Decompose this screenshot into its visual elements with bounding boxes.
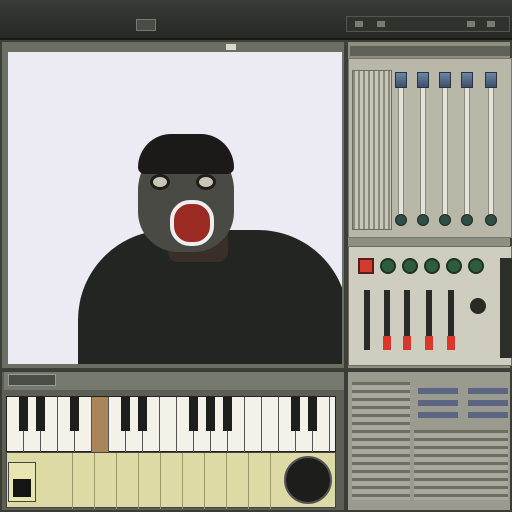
record-button[interactable] bbox=[358, 258, 374, 274]
rack-switch-5[interactable] bbox=[418, 412, 458, 418]
fader-cap-5[interactable] bbox=[485, 72, 497, 88]
rack-switch-2[interactable] bbox=[468, 388, 508, 394]
channel-fader-5[interactable] bbox=[488, 80, 494, 220]
channel-button-2[interactable] bbox=[402, 258, 418, 274]
black-key[interactable] bbox=[206, 397, 215, 431]
pad[interactable] bbox=[249, 453, 271, 509]
viewer-label bbox=[226, 44, 236, 50]
white-key[interactable] bbox=[262, 397, 279, 453]
pad[interactable] bbox=[73, 453, 95, 509]
fader-cap-2[interactable] bbox=[417, 72, 429, 88]
black-key[interactable] bbox=[19, 397, 28, 431]
pan-knob-5[interactable] bbox=[485, 214, 497, 226]
send-fader-1[interactable] bbox=[364, 290, 370, 350]
rack-vent-right bbox=[414, 430, 508, 500]
channel-button-4[interactable] bbox=[446, 258, 462, 274]
channel-fader-1[interactable] bbox=[398, 80, 404, 220]
channel-fader-2[interactable] bbox=[420, 80, 426, 220]
black-key[interactable] bbox=[291, 397, 300, 431]
send-cap-2[interactable] bbox=[383, 336, 391, 350]
black-key[interactable] bbox=[36, 397, 45, 431]
black-key[interactable] bbox=[121, 397, 130, 431]
header-badge bbox=[136, 19, 156, 31]
piano-keyboard[interactable] bbox=[6, 396, 336, 453]
person-hair bbox=[138, 134, 234, 174]
rack-vent-left bbox=[352, 382, 410, 500]
person-mouth bbox=[170, 200, 214, 246]
pan-knob-2[interactable] bbox=[417, 214, 429, 226]
rack-switch-1[interactable] bbox=[418, 388, 458, 394]
channel-fader-3[interactable] bbox=[442, 80, 448, 220]
top-right-status bbox=[346, 16, 510, 32]
channel-button-3[interactable] bbox=[424, 258, 440, 274]
transport-box[interactable] bbox=[8, 462, 36, 502]
black-key[interactable] bbox=[308, 397, 317, 431]
pan-knob-1[interactable] bbox=[395, 214, 407, 226]
fader-cap-4[interactable] bbox=[461, 72, 473, 88]
master-knob[interactable] bbox=[470, 298, 486, 314]
person-eye-right bbox=[196, 174, 216, 190]
pad[interactable] bbox=[183, 453, 205, 509]
send-cap-4[interactable] bbox=[425, 336, 433, 350]
rack-switch-3[interactable] bbox=[418, 400, 458, 406]
rack-switch-6[interactable] bbox=[468, 412, 508, 418]
black-key[interactable] bbox=[223, 397, 232, 431]
pad[interactable] bbox=[95, 453, 117, 509]
pad[interactable] bbox=[161, 453, 183, 509]
black-key[interactable] bbox=[138, 397, 147, 431]
pad[interactable] bbox=[51, 453, 73, 509]
black-key[interactable] bbox=[189, 397, 198, 431]
person-eye-left bbox=[150, 174, 170, 190]
channel-fader-4[interactable] bbox=[464, 80, 470, 220]
video-preview[interactable] bbox=[8, 52, 342, 364]
black-key[interactable] bbox=[70, 397, 79, 431]
channel-button-1[interactable] bbox=[380, 258, 396, 274]
white-key-highlight[interactable] bbox=[92, 397, 109, 453]
fader-cap-1[interactable] bbox=[395, 72, 407, 88]
pad[interactable] bbox=[205, 453, 227, 509]
side-strip bbox=[500, 258, 512, 358]
send-cap-3[interactable] bbox=[403, 336, 411, 350]
pad[interactable] bbox=[139, 453, 161, 509]
pad[interactable] bbox=[227, 453, 249, 509]
send-cap-5[interactable] bbox=[447, 336, 455, 350]
level-meter bbox=[352, 70, 392, 230]
rack-switch-4[interactable] bbox=[468, 400, 508, 406]
white-key[interactable] bbox=[245, 397, 262, 453]
pan-knob-3[interactable] bbox=[439, 214, 451, 226]
white-key[interactable] bbox=[160, 397, 177, 453]
channel-button-5[interactable] bbox=[468, 258, 484, 274]
mixer-header bbox=[350, 46, 510, 56]
keyboard-display bbox=[8, 374, 56, 386]
fader-cap-3[interactable] bbox=[439, 72, 451, 88]
speaker-icon bbox=[284, 456, 332, 504]
pad[interactable] bbox=[117, 453, 139, 509]
pan-knob-4[interactable] bbox=[461, 214, 473, 226]
